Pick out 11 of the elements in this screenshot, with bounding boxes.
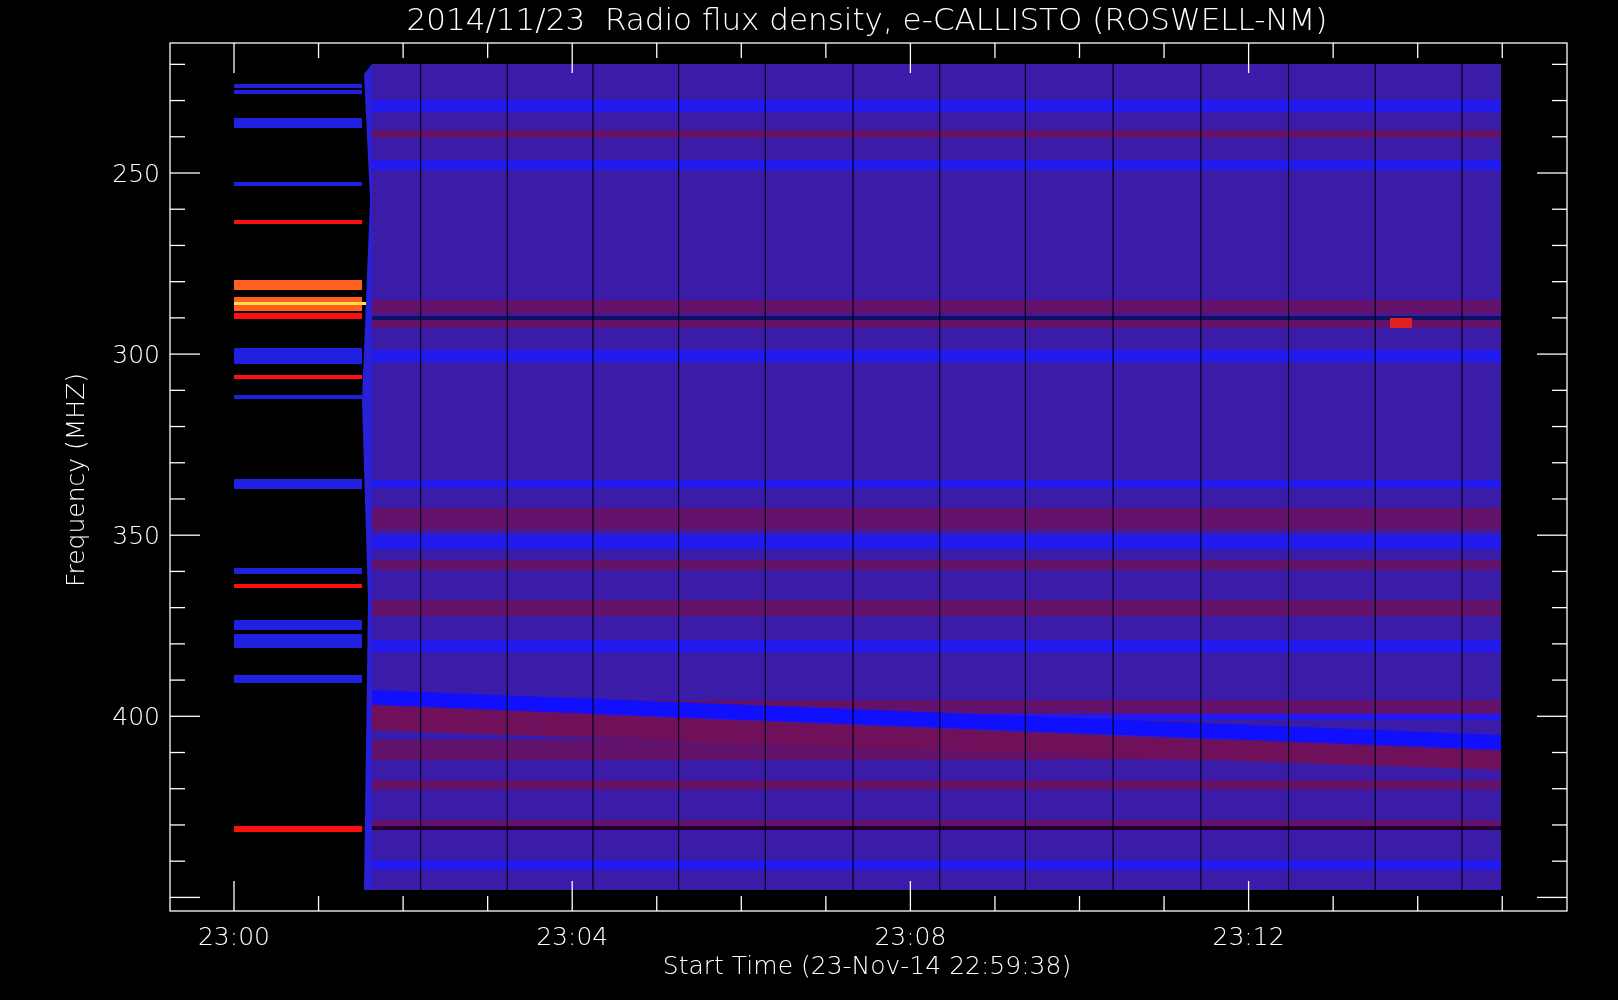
x-axis-label: Start Time (23-Nov-14 22:59:38) bbox=[662, 951, 1072, 980]
chart-title: 2014/11/23 Radio flux density, e-CALLISTO (ROSWELL-NM) bbox=[406, 1, 1328, 37]
x-tick-label: 23:12 bbox=[1212, 922, 1285, 951]
x-tick-label: 23:08 bbox=[874, 922, 947, 951]
y-axis-label: Frequency (MHZ) bbox=[61, 372, 90, 588]
x-tick-label: 23:04 bbox=[536, 922, 609, 951]
y-tick-label: 300 bbox=[112, 340, 160, 370]
y-tick-label: 350 bbox=[112, 521, 160, 551]
y-tick-label: 400 bbox=[112, 702, 160, 732]
x-tick-label: 23:00 bbox=[198, 922, 270, 951]
y-tick-label: 250 bbox=[112, 159, 160, 188]
